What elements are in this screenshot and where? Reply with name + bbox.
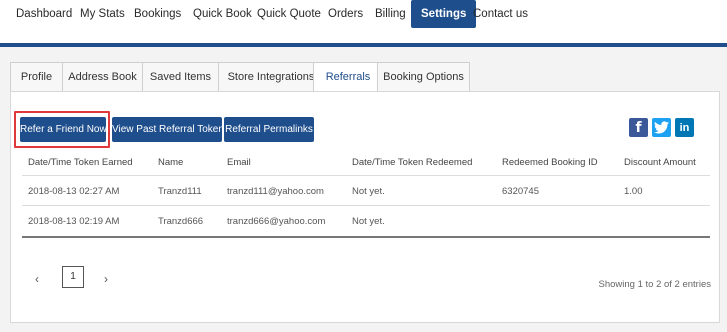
entries-summary: Showing 1 to 2 of 2 entries [598, 279, 712, 290]
nav-billing[interactable]: Billing [375, 0, 406, 28]
table-cell-email: tranzd111@yahoo.com [227, 186, 324, 197]
table-cell-earned: 2018-08-13 02:19 AM [28, 216, 120, 227]
twitter-icon[interactable] [652, 118, 671, 137]
table-cell-discount: 1.00 [624, 186, 643, 197]
facebook-icon[interactable]: f [629, 118, 648, 137]
page-1-button[interactable]: 1 [62, 266, 84, 288]
top-navigation: Dashboard My Stats Bookings Quick Book Q… [0, 0, 727, 46]
column-header-discount: Discount Amount [624, 157, 696, 168]
tab-store-integrations[interactable]: Store Integrations [218, 62, 324, 92]
next-page-button[interactable]: › [104, 272, 108, 286]
nav-my-stats[interactable]: My Stats [80, 0, 125, 28]
column-header-name: Name [158, 157, 184, 168]
referral-permalinks-button[interactable]: Referral Permalinks [224, 117, 314, 142]
nav-quick-quote[interactable]: Quick Quote [257, 0, 321, 28]
table-cell-name: Tranzd666 [158, 216, 204, 227]
nav-contact-us[interactable]: Contact us [473, 0, 528, 28]
table-cell-earned: 2018-08-13 02:27 AM [28, 186, 120, 197]
tab-referrals[interactable]: Referrals [313, 62, 383, 93]
column-header-email: Email [227, 157, 251, 168]
table-cell-email: tranzd666@yahoo.com [227, 216, 326, 227]
tab-booking-options[interactable]: Booking Options [377, 62, 470, 92]
table-header-divider [22, 175, 710, 176]
nav-quick-book[interactable]: Quick Book [193, 0, 252, 28]
nav-settings[interactable]: Settings [411, 0, 477, 28]
linkedin-icon[interactable]: in [675, 118, 694, 137]
prev-page-button[interactable]: ‹ [35, 272, 39, 286]
table-row-divider [22, 205, 710, 206]
nav-dashboard[interactable]: Dashboard [16, 0, 72, 28]
column-header-booking-id: Redeemed Booking ID [502, 157, 598, 168]
table-cell-name: Tranzd111 [158, 186, 202, 197]
highlight-annotation [14, 111, 110, 148]
table-cell-redeemed: Not yet. [352, 216, 385, 227]
tab-address-book[interactable]: Address Book [62, 62, 143, 92]
table-cell-booking-id: 6320745 [502, 186, 539, 197]
nav-bookings[interactable]: Bookings [134, 0, 181, 28]
column-header-earned: Date/Time Token Earned [28, 157, 133, 168]
view-past-tokens-button[interactable]: View Past Referral Tokens [112, 117, 229, 142]
table-cell-redeemed: Not yet. [352, 186, 385, 197]
nav-orders[interactable]: Orders [328, 0, 363, 28]
tab-profile[interactable]: Profile [10, 62, 63, 92]
column-header-redeemed: Date/Time Token Redeemed [352, 157, 473, 168]
tab-saved-items[interactable]: Saved Items [142, 62, 219, 92]
table-bottom-border [22, 236, 710, 238]
